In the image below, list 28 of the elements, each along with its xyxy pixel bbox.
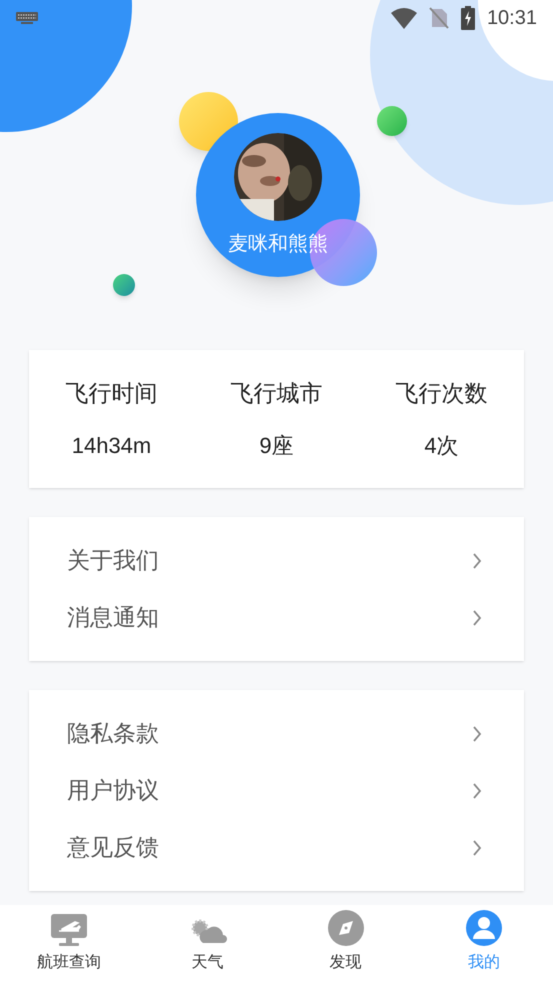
menu-item[interactable]: 消息通知 [29, 589, 524, 646]
stat-value: 14h34m [72, 432, 152, 460]
tab-item[interactable]: 天气 [138, 905, 276, 983]
menu-item[interactable]: 用户协议 [29, 762, 524, 819]
stat-value: 9座 [259, 432, 294, 460]
chevron-right-icon [472, 782, 482, 800]
chevron-right-icon [472, 608, 482, 626]
stat-label: 飞行城市 [230, 379, 322, 408]
tab-item[interactable]: 航班查询 [0, 905, 138, 983]
stat-value: 4次 [424, 432, 459, 460]
chevron-right-icon [472, 838, 482, 856]
no-sim-icon [428, 7, 449, 29]
tiny-ball-decoration [113, 274, 135, 296]
compass-icon [326, 909, 365, 947]
stat-label: 飞行时间 [66, 379, 158, 408]
chevron-right-icon [472, 552, 482, 570]
chevron-right-icon [472, 724, 482, 742]
wifi-icon [390, 7, 417, 29]
keyboard-icon [16, 12, 38, 24]
status-time: 10:31 [486, 6, 537, 31]
menu-item[interactable]: 意见反馈 [29, 819, 524, 876]
user-icon [464, 909, 503, 947]
tab-item[interactable]: 发现 [276, 905, 415, 983]
monitor-plane-icon [50, 913, 88, 947]
menu-item[interactable]: 隐私条款 [29, 705, 524, 762]
menu-item[interactable]: 关于我们 [29, 532, 524, 589]
stat-label: 飞行次数 [396, 379, 488, 408]
battery-charging-icon [460, 6, 475, 30]
